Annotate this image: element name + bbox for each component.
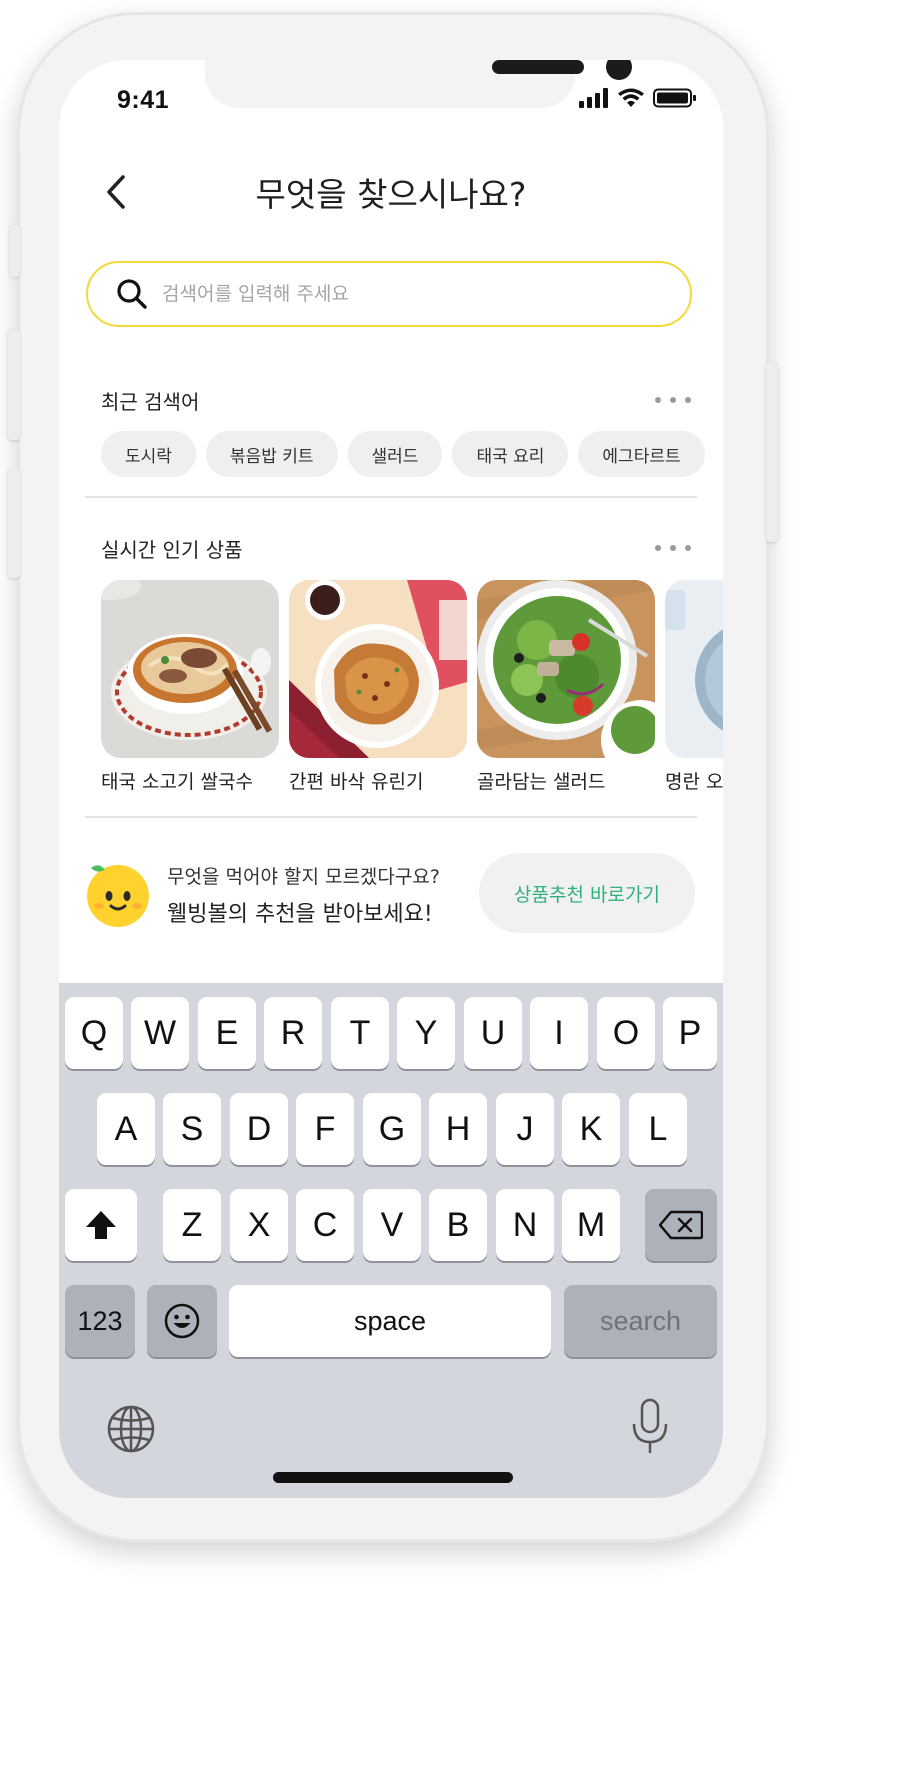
key-l[interactable]: L bbox=[629, 1093, 687, 1165]
emoji-key[interactable] bbox=[147, 1285, 217, 1357]
key-d[interactable]: D bbox=[230, 1093, 288, 1165]
search-key[interactable]: search bbox=[564, 1285, 717, 1357]
recent-chip[interactable]: 볶음밥 키트 bbox=[205, 431, 338, 477]
key-x[interactable]: X bbox=[230, 1189, 288, 1261]
shift-arrow-icon bbox=[86, 1211, 116, 1239]
smiley-mascot-icon bbox=[87, 865, 149, 927]
emoji-icon bbox=[164, 1303, 200, 1339]
product-card[interactable]: 명란 오 bbox=[665, 580, 723, 794]
front-camera bbox=[606, 60, 632, 80]
popular-products-title: 실시간 인기 상품 bbox=[101, 538, 243, 562]
wifi-icon bbox=[618, 88, 644, 107]
product-name: 명란 오 bbox=[665, 771, 723, 793]
key-h[interactable]: H bbox=[429, 1093, 487, 1165]
recent-chip[interactable]: 에그타르트 bbox=[578, 431, 705, 477]
search-input[interactable] bbox=[160, 282, 644, 306]
key-v[interactable]: V bbox=[363, 1189, 421, 1261]
key-u[interactable]: U bbox=[464, 997, 522, 1069]
power-button bbox=[766, 362, 778, 542]
recommend-question: 무엇을 먹어야 할지 모르겠다구요? bbox=[167, 866, 440, 888]
product-image bbox=[665, 580, 723, 758]
section-divider bbox=[85, 816, 697, 818]
key-k[interactable]: K bbox=[562, 1093, 620, 1165]
notch bbox=[205, 60, 632, 108]
microphone-icon[interactable] bbox=[629, 1397, 671, 1457]
recommend-headline: 웰빙볼의 추천을 받아보세요! bbox=[167, 902, 433, 927]
key-j[interactable]: J bbox=[496, 1093, 554, 1165]
product-card[interactable]: 태국 소고기 쌀국수 bbox=[101, 580, 279, 794]
popular-more-icon[interactable] bbox=[655, 543, 691, 553]
key-f[interactable]: F bbox=[296, 1093, 354, 1165]
space-key[interactable]: space bbox=[229, 1285, 551, 1357]
page-title: 무엇을 찾으시나요? bbox=[255, 175, 527, 214]
key-r[interactable]: R bbox=[264, 997, 322, 1069]
status-icons bbox=[579, 88, 697, 108]
key-e[interactable]: E bbox=[198, 997, 256, 1069]
product-card[interactable]: 간편 바삭 유린기 bbox=[289, 580, 467, 794]
recent-search-chips: 도시락 볶음밥 키트 샐러드 태국 요리 에그타르트 bbox=[101, 431, 705, 477]
recent-more-icon[interactable] bbox=[655, 395, 691, 405]
backspace-key[interactable] bbox=[645, 1189, 717, 1261]
popular-products-carousel[interactable]: 태국 소고기 쌀국수 간편 바삭 유린기 골라담는 샐러드 명란 오 bbox=[101, 580, 723, 810]
key-g[interactable]: G bbox=[363, 1093, 421, 1165]
battery-icon bbox=[653, 88, 696, 108]
volume-up-button bbox=[8, 330, 20, 440]
product-name: 태국 소고기 쌀국수 bbox=[101, 771, 253, 793]
key-q[interactable]: Q bbox=[65, 997, 123, 1069]
shift-key[interactable] bbox=[65, 1189, 137, 1261]
status-time: 9:41 bbox=[117, 86, 170, 114]
key-z[interactable]: Z bbox=[163, 1189, 221, 1261]
product-name: 골라담는 샐러드 bbox=[477, 771, 606, 793]
recent-chip[interactable]: 도시락 bbox=[101, 431, 196, 477]
onscreen-keyboard: Q W E R T Y U I O P A S D F G H J K L Z … bbox=[59, 983, 723, 1498]
product-image bbox=[477, 580, 655, 758]
phone-screen: 9:41 무엇을 찾으시나요? 최근 검색어 bbox=[59, 60, 723, 1498]
recent-chip[interactable]: 태국 요리 bbox=[452, 431, 569, 477]
key-b[interactable]: B bbox=[429, 1189, 487, 1261]
product-card[interactable]: 골라담는 샐러드 bbox=[477, 580, 655, 794]
signal-icon bbox=[579, 88, 608, 108]
numbers-key[interactable]: 123 bbox=[65, 1285, 135, 1357]
recent-searches-title: 최근 검색어 bbox=[101, 390, 200, 414]
silent-switch bbox=[10, 225, 20, 277]
section-divider bbox=[85, 496, 697, 498]
key-i[interactable]: I bbox=[530, 997, 588, 1069]
key-c[interactable]: C bbox=[296, 1189, 354, 1261]
speaker-grille bbox=[492, 60, 584, 74]
key-y[interactable]: Y bbox=[397, 997, 455, 1069]
search-icon bbox=[117, 279, 147, 309]
product-name: 간편 바삭 유린기 bbox=[289, 771, 424, 793]
key-w[interactable]: W bbox=[131, 997, 189, 1069]
key-m[interactable]: M bbox=[562, 1189, 620, 1261]
key-p[interactable]: P bbox=[663, 997, 717, 1069]
globe-icon[interactable] bbox=[105, 1403, 157, 1455]
search-bar[interactable] bbox=[86, 261, 692, 327]
key-n[interactable]: N bbox=[496, 1189, 554, 1261]
key-a[interactable]: A bbox=[97, 1093, 155, 1165]
recommend-shortcut-button[interactable]: 상품추천 바로가기 bbox=[479, 853, 695, 933]
product-image bbox=[289, 580, 467, 758]
key-t[interactable]: T bbox=[331, 997, 389, 1069]
home-indicator[interactable] bbox=[273, 1472, 513, 1483]
recent-chip[interactable]: 샐러드 bbox=[347, 431, 443, 477]
key-o[interactable]: O bbox=[597, 997, 655, 1069]
product-image bbox=[101, 580, 279, 758]
key-s[interactable]: S bbox=[163, 1093, 221, 1165]
backspace-icon bbox=[659, 1210, 703, 1240]
volume-down-button bbox=[8, 468, 20, 578]
